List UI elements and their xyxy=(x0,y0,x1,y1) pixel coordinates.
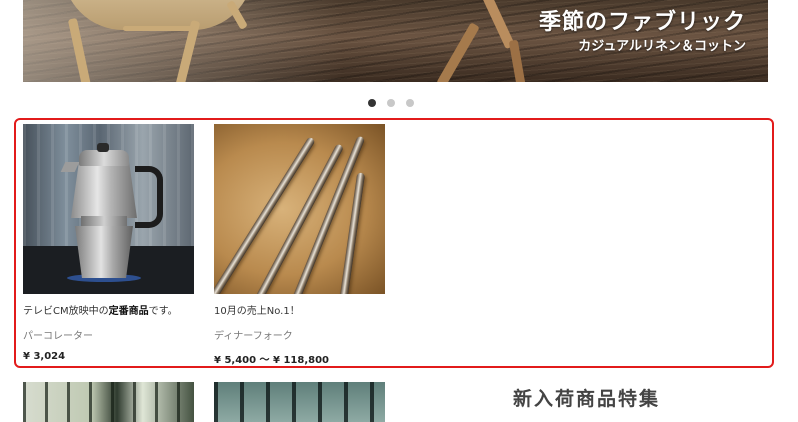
catch-text: テレビCM放映中の xyxy=(23,306,109,317)
catch-text-end: です。 xyxy=(148,306,178,317)
carousel-dot-3[interactable] xyxy=(406,99,414,107)
product-price: ¥ 5,400 ～ ¥ 118,800 xyxy=(214,355,330,366)
product-card-dinner-fork[interactable]: 10月の売上No.1！ ディナーフォーク ¥ 5,400 ～ ¥ 118,800 xyxy=(214,124,385,366)
moka-pot-photo[interactable] xyxy=(23,124,194,294)
pot-handle xyxy=(135,166,163,228)
carousel-dots xyxy=(368,99,414,107)
pot-knob xyxy=(97,143,109,152)
chair-leg xyxy=(436,22,480,82)
window-frame xyxy=(23,382,194,422)
product-thumbnail[interactable] xyxy=(214,382,385,422)
catch-emphasis: 定番商品 xyxy=(108,306,149,317)
product-name[interactable]: ディナーフォーク xyxy=(214,327,385,342)
dinner-fork-photo[interactable] xyxy=(214,124,385,294)
carousel-dot-1[interactable] xyxy=(368,99,376,107)
banner-title: 季節のファブリック xyxy=(538,10,746,35)
product-catchphrase: テレビCM放映中の定番商品です。 xyxy=(23,305,194,319)
pot-upper xyxy=(71,162,137,218)
window-frame xyxy=(214,382,385,422)
product-name[interactable]: パーコレーター xyxy=(23,327,194,342)
carousel-dot-2[interactable] xyxy=(387,99,395,107)
product-price: ¥ 3,024 xyxy=(23,351,66,362)
chair-leg xyxy=(508,39,527,82)
product-card-percolator[interactable]: テレビCM放映中の定番商品です。 パーコレーター ¥ 3,024 xyxy=(23,124,194,362)
new-arrivals-heading: 新入荷商品特集 xyxy=(513,388,661,410)
banner-subtitle: カジュアルリネン＆コットン xyxy=(578,39,746,54)
hero-banner[interactable]: 季節のファブリック カジュアルリネン＆コットン xyxy=(23,0,768,82)
product-catchphrase: 10月の売上No.1！ xyxy=(214,306,300,317)
pot-spout xyxy=(60,162,80,172)
pot-base xyxy=(75,226,133,278)
product-thumbnail[interactable] xyxy=(23,382,194,422)
pot-lid xyxy=(79,150,129,166)
chair-rung xyxy=(123,26,193,31)
